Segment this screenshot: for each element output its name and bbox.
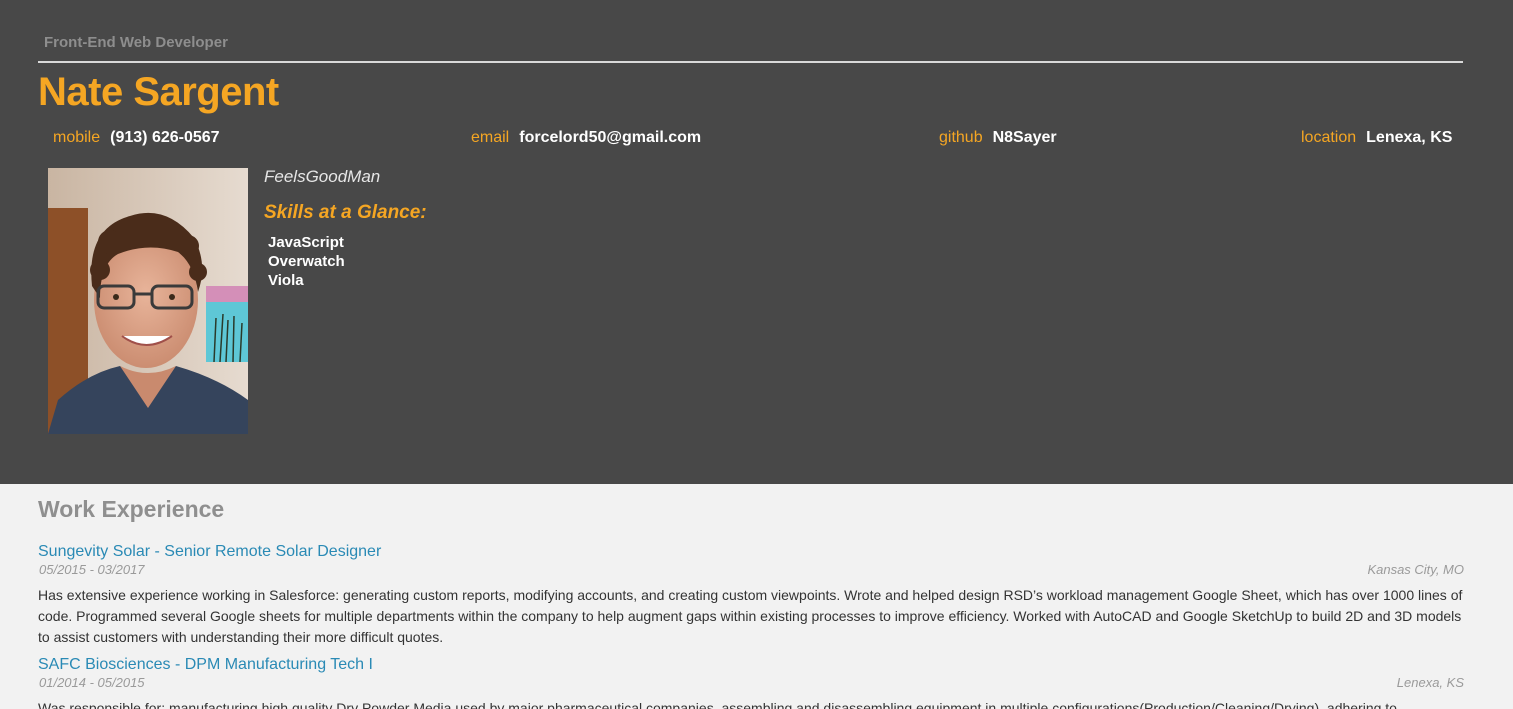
job-location: Lenexa, KS <box>1396 675 1464 690</box>
job-entry: Sungevity Solar - Senior Remote Solar De… <box>38 543 1464 648</box>
skills-heading: Skills at a Glance: <box>264 202 427 223</box>
person-name: Nate Sargent <box>38 70 279 114</box>
contact-location: location Lenexa, KS <box>1301 129 1452 147</box>
contact-label: location <box>1301 129 1357 146</box>
contact-label: github <box>939 129 983 146</box>
contact-value: (913) 626-0567 <box>110 129 220 146</box>
job-meta: 05/2015 - 03/2017 Kansas City, MO <box>38 562 1464 578</box>
job-dates: 01/2014 - 05/2015 <box>39 675 145 690</box>
tagline: FeelsGoodMan <box>264 167 381 186</box>
skills-list: JavaScript Overwatch Viola <box>268 233 345 290</box>
skill-item: Overwatch <box>268 253 345 270</box>
work-experience-heading: Work Experience <box>38 496 225 522</box>
contact-value: forcelord50@gmail.com <box>519 129 702 146</box>
contact-value: N8Sayer <box>992 129 1057 146</box>
resume-header: Front-End Web Developer Nate Sargent mob… <box>0 0 1513 484</box>
contact-value: Lenexa, KS <box>1366 129 1453 146</box>
job-meta: 01/2014 - 05/2015 Lenexa, KS <box>38 675 1464 691</box>
job-role-subtitle: Front-End Web Developer <box>44 34 228 51</box>
job-description: Was responsible for: manufacturing high … <box>38 700 1397 709</box>
contact-mobile: mobile (913) 626-0567 <box>53 129 220 147</box>
contact-email: email forcelord50@gmail.com <box>471 129 701 147</box>
header-divider <box>38 61 1463 63</box>
profile-photo <box>48 168 248 434</box>
job-entry: SAFC Biosciences - DPM Manufacturing Tec… <box>38 656 1464 709</box>
contact-github: github N8Sayer <box>939 129 1057 147</box>
skill-item: JavaScript <box>268 234 344 251</box>
skill-item: Viola <box>268 272 304 289</box>
job-location: Kansas City, MO <box>1367 562 1464 577</box>
job-title-link[interactable]: Sungevity Solar - Senior Remote Solar De… <box>38 543 1464 561</box>
job-title-link[interactable]: SAFC Biosciences - DPM Manufacturing Tec… <box>38 656 1464 674</box>
job-dates: 05/2015 - 03/2017 <box>39 562 145 577</box>
contact-label: mobile <box>53 129 101 146</box>
contact-label: email <box>471 129 510 146</box>
job-description: Has extensive experience working in Sale… <box>38 587 1463 645</box>
